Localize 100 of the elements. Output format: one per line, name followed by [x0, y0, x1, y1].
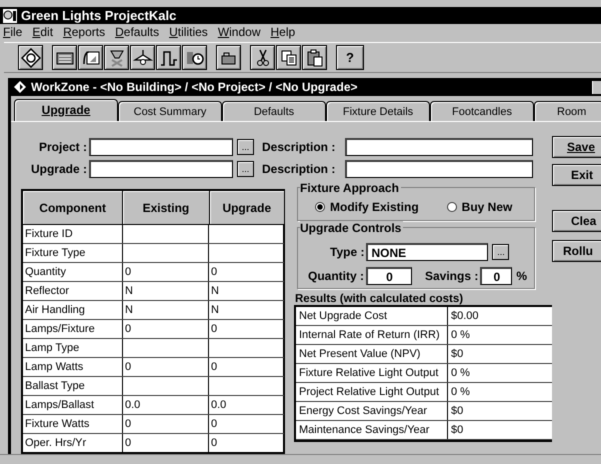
browse-button[interactable]: ... — [237, 139, 254, 156]
menu-item[interactable]: Reports — [63, 25, 106, 40]
menu-item[interactable]: File — [3, 25, 22, 40]
cost-time-button[interactable] — [182, 45, 207, 70]
menu-item[interactable]: Edit — [32, 25, 54, 40]
savings-field[interactable]: 0 — [480, 267, 512, 286]
field-label: Description : — [262, 140, 336, 154]
table-cell: Energy Cost Savings/Year — [296, 402, 448, 420]
table-cell: 0 — [123, 415, 209, 434]
building-button[interactable] — [52, 45, 77, 70]
quantity-field[interactable]: 0 — [366, 267, 412, 286]
open-button[interactable] — [216, 45, 241, 70]
paste-icon — [304, 48, 324, 68]
fixture-button[interactable] — [130, 45, 155, 70]
table-cell-text: $0 — [450, 423, 464, 438]
tab[interactable]: Upgrade — [14, 99, 118, 122]
table-cell: N — [123, 282, 209, 300]
table-cell: Project Relative Light Output — [296, 383, 448, 402]
table-cell-text: 0 % — [450, 385, 470, 400]
table-cell: 0 — [123, 358, 209, 376]
field-label: Project : — [38, 140, 87, 154]
column-header: Upgrade — [210, 191, 284, 224]
radio-option[interactable]: Buy New — [446, 200, 512, 214]
app-title: Green Lights ProjectKalc — [21, 8, 176, 24]
table-cell: Maintenance Savings/Year — [296, 421, 448, 440]
menu-item[interactable]: Window — [218, 25, 260, 40]
table-cell-text: $0.00 — [450, 309, 479, 324]
browse-button[interactable]: ... — [492, 244, 510, 260]
menu-item[interactable]: Utilities — [169, 25, 208, 40]
unit-label: % — [516, 269, 528, 284]
table-cell-text: 0 % — [450, 328, 470, 344]
table-cell: Lamp Type — [23, 339, 123, 358]
copy-icon — [278, 48, 298, 68]
table-cell: Ballast Type — [23, 377, 123, 396]
table-cell: Fixture ID — [23, 225, 123, 244]
table-cell: 0 — [123, 434, 209, 452]
table-cell: Fixture Relative Light Output — [296, 364, 448, 382]
table-cell: 0 — [123, 320, 209, 338]
copy-button[interactable] — [276, 45, 301, 70]
table-cell: Quantity — [23, 263, 123, 282]
table-cell: 0.0 — [209, 396, 284, 414]
table-cell: 0 — [209, 263, 284, 282]
lamp-button[interactable] — [104, 45, 129, 70]
field-label: Savings : — [425, 269, 478, 284]
table-cell: 0 — [123, 263, 209, 282]
diamond-icon — [20, 48, 40, 68]
results-title: Results (with calculated costs) — [295, 293, 464, 306]
project-button[interactable] — [78, 45, 103, 70]
group-title: Upgrade Controls — [300, 221, 404, 236]
table-cell: Lamps/Fixture — [23, 320, 123, 338]
table-cell: Air Handling — [23, 301, 123, 320]
paste-button[interactable] — [302, 45, 327, 70]
table-cell: Oper. Hrs/Yr — [23, 434, 123, 452]
tab[interactable]: Cost Summary — [118, 101, 222, 122]
field-label: Quantity : — [308, 269, 364, 284]
tab[interactable]: Defaults — [222, 101, 326, 122]
table-cell: Net Upgrade Cost — [296, 307, 448, 326]
radio-option[interactable]: Modify Existing — [315, 200, 419, 214]
tab[interactable]: Fixture Details — [326, 101, 430, 122]
fixture-icon — [132, 48, 152, 68]
action-button[interactable]: Rollu — [552, 240, 601, 262]
tab[interactable]: Footcandles — [430, 101, 534, 122]
description-field[interactable] — [345, 160, 533, 178]
column-header: Existing — [123, 191, 210, 224]
table-cell-text: $0 — [450, 347, 464, 362]
table-cell: Reflector — [23, 282, 123, 300]
description-field[interactable] — [345, 138, 533, 156]
table-cell: Net Present Value (NPV) — [296, 345, 448, 364]
table-cell: Fixture Watts — [23, 415, 123, 434]
menu-item[interactable]: Defaults — [115, 25, 160, 40]
action-button[interactable]: Save — [552, 136, 601, 158]
window-control-button[interactable] — [592, 80, 601, 94]
table-cell: 0 — [209, 415, 284, 434]
help-button[interactable]: ? — [336, 45, 364, 70]
table-cell: 0 — [209, 434, 284, 452]
action-button[interactable]: Clea — [552, 210, 601, 232]
table-cell-text: 0 % — [450, 366, 470, 382]
group-title: Fixture Approach — [300, 181, 401, 196]
table-cell: Lamps/Ballast — [23, 396, 123, 414]
input-field[interactable] — [89, 138, 233, 156]
action-button[interactable]: Exit — [552, 164, 601, 186]
column-header: Component — [23, 191, 124, 224]
cut-button[interactable] — [250, 45, 275, 70]
home-button[interactable] — [18, 45, 43, 70]
table-cell: N — [123, 301, 209, 320]
table-cell: N — [209, 301, 284, 320]
type-field[interactable]: NONE — [366, 243, 488, 262]
table-cell: Internal Rate of Return (IRR) — [296, 326, 448, 344]
table-cell: N — [209, 282, 284, 300]
input-field[interactable] — [89, 160, 233, 178]
step-chart-button[interactable] — [156, 45, 181, 70]
field-label: Upgrade : — [30, 162, 87, 176]
menu-item[interactable]: Help — [270, 25, 296, 40]
tab[interactable]: Room — [534, 101, 601, 122]
browse-button[interactable]: ... — [237, 161, 254, 178]
table-cell-text: $0 — [450, 404, 464, 420]
table-cell: Fixture Type — [23, 244, 123, 262]
table-cell: 0 — [209, 320, 284, 338]
field-label: Description : — [262, 162, 336, 176]
workzone-title: WorkZone - <No Building> / <No Project> / <No Upgrade> — [31, 80, 358, 94]
